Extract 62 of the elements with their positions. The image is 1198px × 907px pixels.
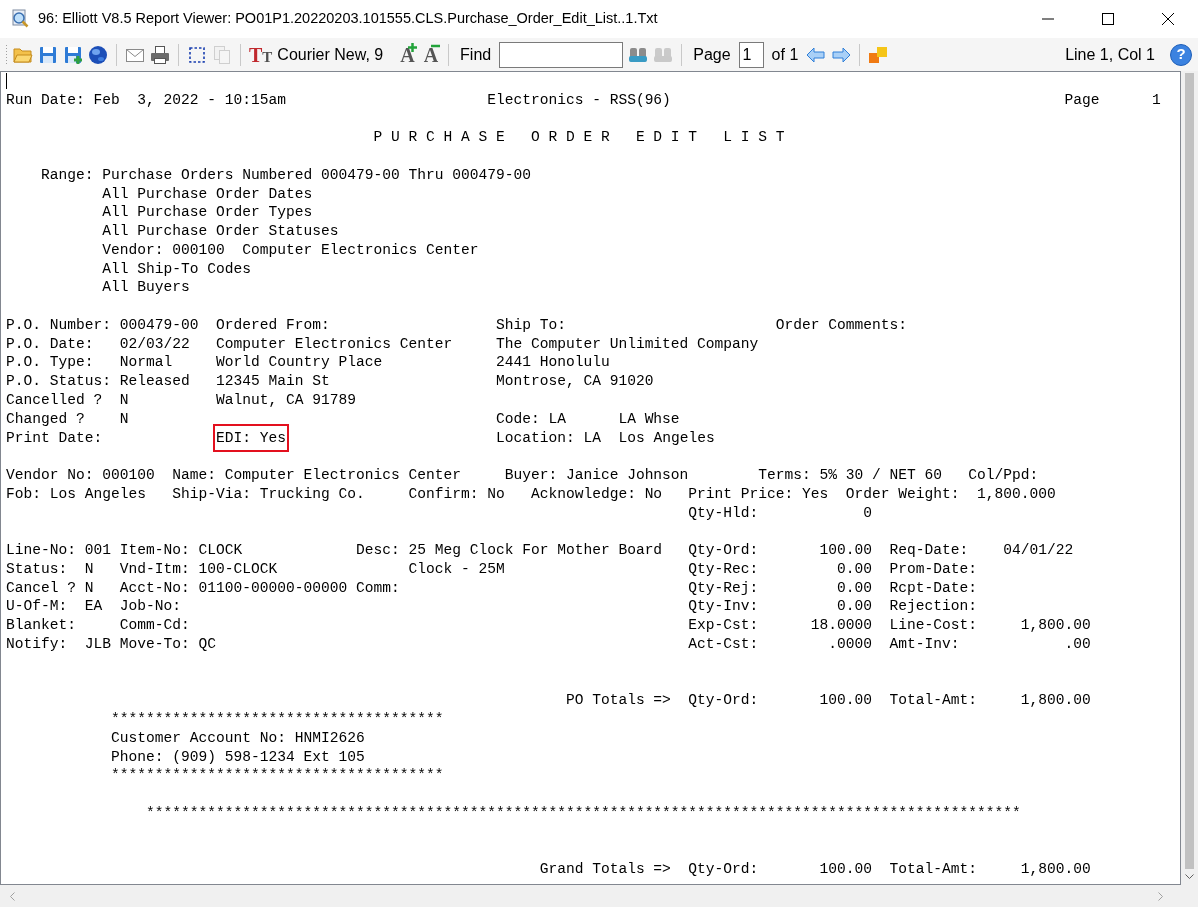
report-line: P.O. Number: 000479-00 Ordered From: Ship To: Order Comments: bbox=[6, 316, 908, 333]
report-line: All Purchase Order Dates bbox=[101, 185, 313, 202]
font-larger-button[interactable]: A bbox=[398, 42, 417, 67]
report-line: ************************************** bbox=[109, 767, 444, 784]
report-line: All Buyers bbox=[101, 279, 190, 296]
minus-icon bbox=[431, 43, 441, 48]
report-line: **************************************************************************************************** bbox=[144, 804, 1021, 821]
report-line: All Ship-To Codes bbox=[101, 260, 251, 277]
report-line: Cancel ? N Acct-No: 01100-00000-00000 Comm: Qty-Rej: 0.00 Rcpt-Date: bbox=[6, 579, 978, 596]
text-cursor bbox=[6, 73, 7, 90]
toolbar-grip[interactable] bbox=[5, 43, 8, 66]
report-line: Customer Account No: HNMI2626 bbox=[109, 729, 365, 746]
report-line: Cancelled ? N Walnut, CA 91789 bbox=[6, 392, 356, 408]
report-line: U-Of-M: EA Job-No: Qty-Inv: 0.00 Rejection: bbox=[6, 598, 978, 615]
chevron-left-icon[interactable] bbox=[9, 891, 15, 901]
report-line: Line-No: 001 Item-No: CLOCK Desc: 25 Meg Clock For Mother Board Qty-Ord: 100.00 Req-Date: 04/01/22 bbox=[6, 542, 1074, 559]
magnifier-page-icon bbox=[10, 9, 30, 29]
maximize-icon[interactable] bbox=[1102, 13, 1114, 25]
report-text: Print Date: bbox=[6, 429, 104, 446]
toolbar-label: of 1 bbox=[771, 44, 799, 65]
find-field[interactable] bbox=[499, 41, 624, 68]
report-line: P.O. Status: Released 12345 Main St Montrose, CA 91020 bbox=[6, 373, 654, 390]
report-line: Vendor: 000100 Computer Electronics Center bbox=[101, 241, 479, 258]
report-line: Run Date: Feb 3, 2022 - 10:15am Electronics - RSS(96) Page 1 bbox=[6, 91, 1161, 108]
scrollbar-thumb[interactable] bbox=[1185, 73, 1194, 869]
page-field[interactable]: 1 bbox=[738, 41, 764, 68]
report-line: P U R C H A S E O R D E R E D I T L I S T bbox=[372, 129, 785, 146]
report-line: Qty-Hld: 0 bbox=[687, 504, 873, 521]
report-line: ************************************** bbox=[109, 711, 444, 728]
report-line: All Purchase Order Types bbox=[101, 204, 313, 221]
close-icon[interactable] bbox=[1162, 13, 1174, 25]
report-text: Location: LA Los Angeles bbox=[494, 429, 715, 446]
report-line: Grand Totals => Qty-Ord: 100.00 Total-Amt: 1,800.00 bbox=[538, 861, 1091, 878]
report-line: Blanket: Comm-Cd: Exp-Cst: 18.0000 Line-Cost: 1,800.00 bbox=[6, 617, 1091, 634]
report-line: All Purchase Order Statuses bbox=[101, 223, 339, 240]
report-line: P.O. Date: 02/03/22 Computer Electronics Center The Computer Unlimited Company bbox=[6, 335, 759, 352]
font-icon[interactable]: TT bbox=[249, 44, 273, 65]
report-line: Range: Purchase Orders Numbered 000479-00 Thru 000479-00 bbox=[40, 166, 531, 183]
floppy-disk-plus-icon[interactable] bbox=[63, 44, 83, 65]
toolbar-label: Page bbox=[693, 44, 731, 65]
overlapping-squares-icon[interactable] bbox=[868, 44, 889, 65]
chevron-down-icon[interactable] bbox=[1185, 874, 1194, 880]
horizontal-scrollbar[interactable] bbox=[0, 885, 1198, 907]
help-button[interactable]: ? bbox=[1170, 43, 1192, 66]
report-line: Notify: JLB Move-To: QC Act-Cst: .0000 Amt-Inv: .00 bbox=[6, 635, 1091, 652]
report-line: Phone: (909) 598-1234 Ext 105 bbox=[109, 748, 365, 765]
report-line: Vendor No: 000100 Name: Computer Electronics Center Buyer: Janice Johnson Terms: 5% 30 / NET 60 Col/Ppd: bbox=[6, 467, 1039, 484]
highlighted-text: EDI: Yes bbox=[212, 423, 289, 452]
report-line: Fob: Los Angeles Ship-Via: Trucking Co. Confirm: No Acknowledge: No Print Price: Yes Order Weight: 1,800.000 bbox=[6, 485, 1056, 502]
window-title: 96: Elliott V8.5 Report Viewer: PO01P1.20220203.101555.CLS.Purchase_Order_Edit_List..1.Txt bbox=[38, 9, 658, 29]
report-line: P.O. Type: Normal World Country Place 2441 Honolulu bbox=[6, 354, 610, 371]
font-setting[interactable]: Courier New, 9 bbox=[277, 42, 384, 67]
printer-icon[interactable] bbox=[150, 44, 170, 65]
cursor-position: Line 1, Col 1 bbox=[1065, 44, 1155, 65]
report-line: PO Totals => Qty-Ord: 100.00 Total-Amt: 1,800.00 bbox=[564, 692, 1091, 709]
report-line: Status: N Vnd-Itm: 100-CLOCK Clock - 25M Qty-Rec: 0.00 Prom-Date: bbox=[6, 560, 978, 577]
vertical-scrollbar[interactable] bbox=[1181, 71, 1198, 885]
toolbar-label: Find bbox=[460, 44, 492, 65]
font-smaller-button[interactable]: A bbox=[421, 42, 441, 67]
chevron-right-icon[interactable] bbox=[1158, 891, 1164, 901]
globe-icon[interactable] bbox=[88, 44, 108, 65]
dashed-rectangle-icon[interactable] bbox=[187, 44, 207, 65]
